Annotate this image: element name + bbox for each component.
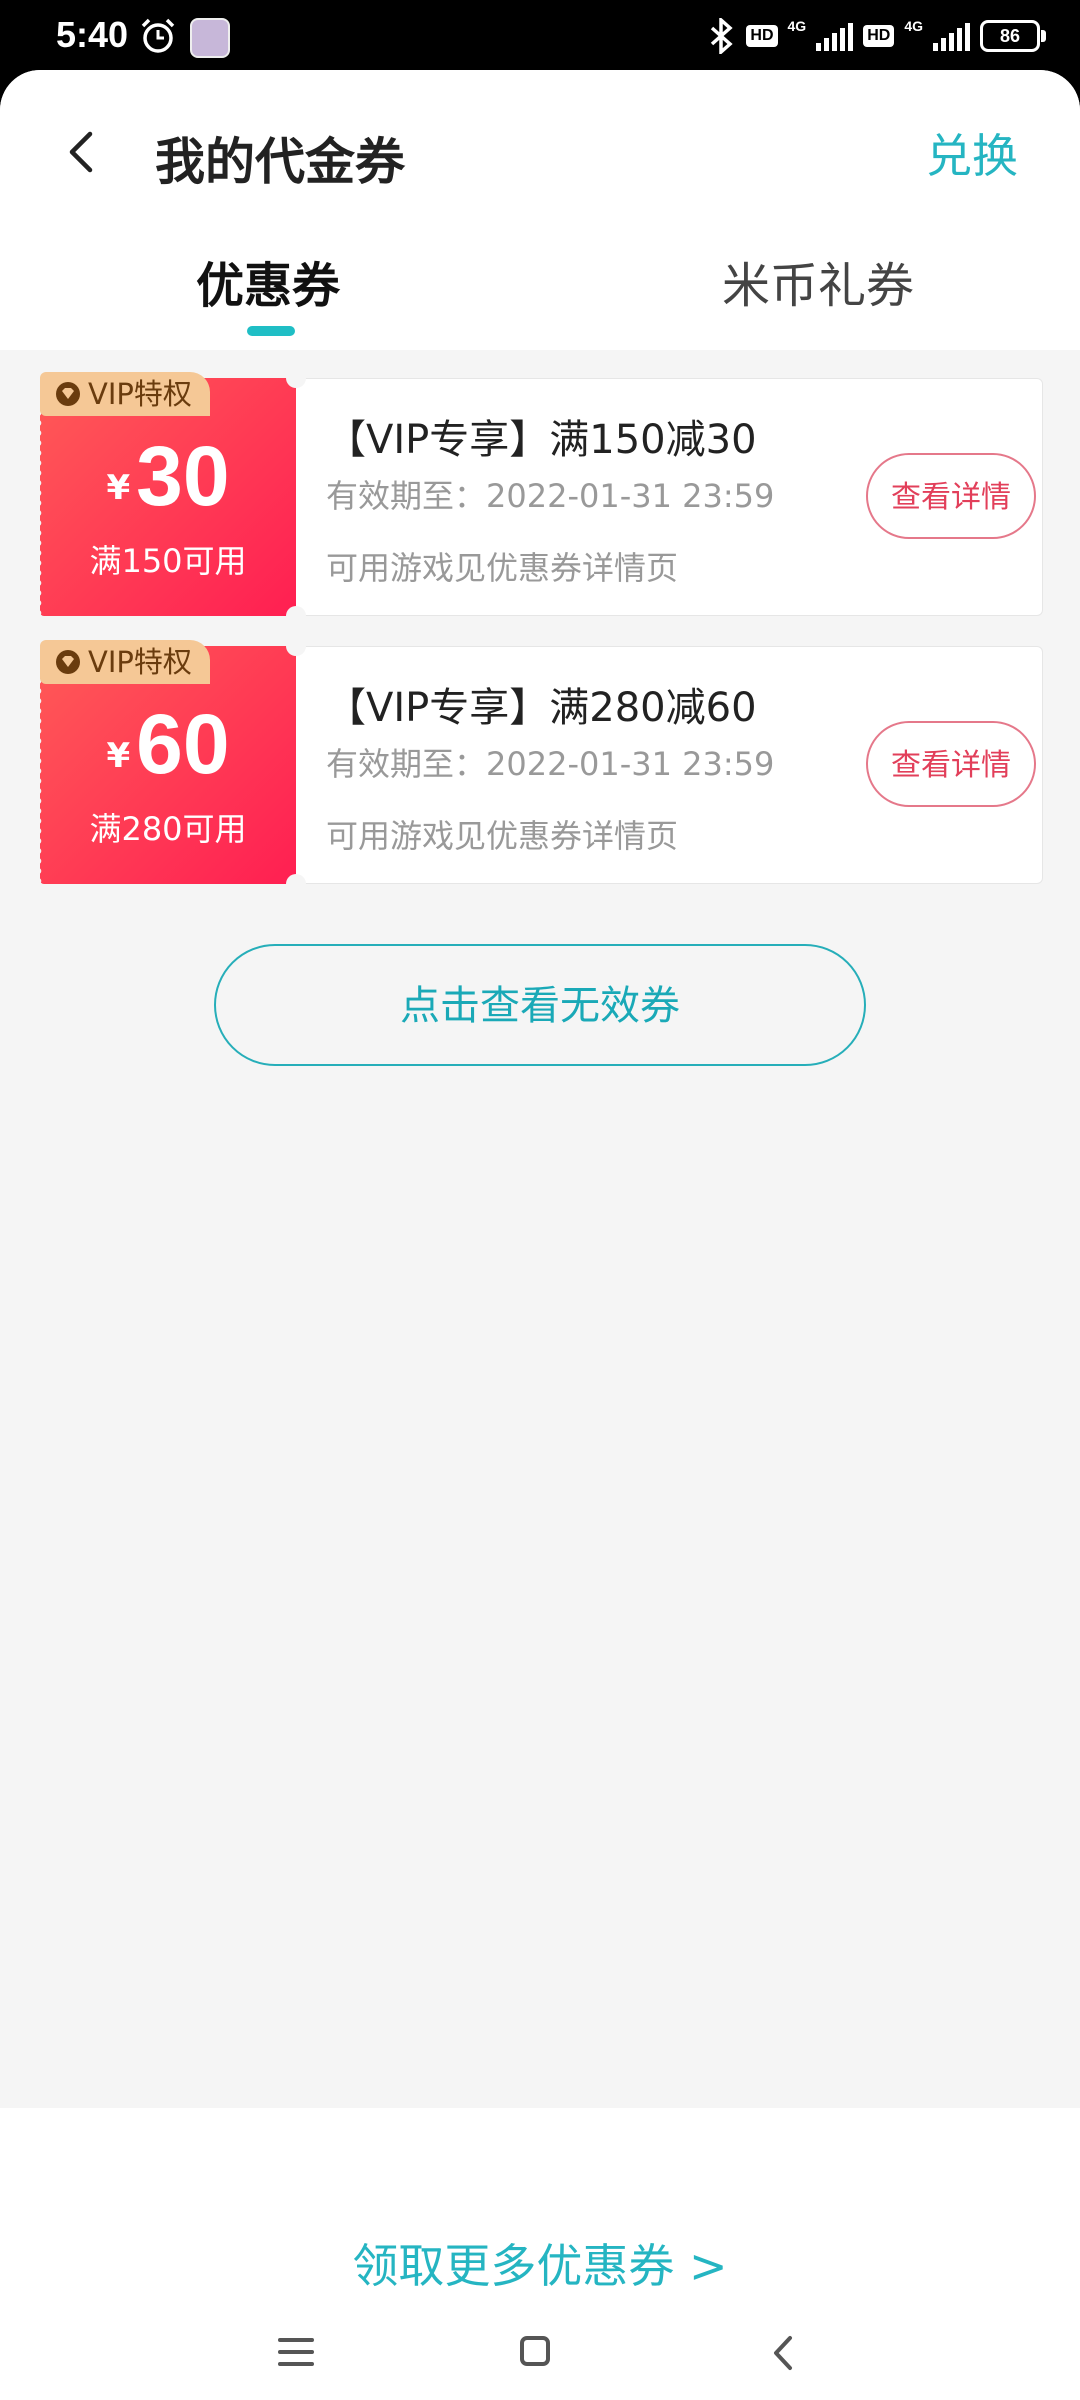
page-title: 我的代金券 (155, 133, 405, 191)
battery-icon: 86 (980, 20, 1046, 52)
coupon-amount: 30 (136, 429, 230, 523)
vip-badge: VIP特权 (40, 640, 210, 684)
coupon-amount-panel: VIP特权 ¥60 满280可用 (38, 640, 296, 884)
network-type-1: 4G (787, 18, 807, 34)
coupon-note: 可用游戏见优惠券详情页 (326, 817, 679, 855)
currency-symbol: ¥ (106, 468, 131, 508)
footer: 领取更多优惠券 > (0, 2108, 1080, 2400)
coupon-validity: 有效期至：2022-01-31 23:59 (326, 477, 775, 515)
app-notification-icon (190, 18, 230, 58)
system-nav-bar (0, 2330, 1080, 2400)
coupon-title: 【VIP专享】满150减30 (326, 417, 757, 463)
vip-badge: VIP特权 (40, 372, 210, 416)
network-type-2: 4G (904, 18, 923, 34)
coupon-amount: 60 (136, 697, 230, 791)
view-details-button[interactable]: 查看详情 (866, 453, 1036, 539)
vip-badge-label: VIP特权 (88, 645, 192, 679)
hd-badge-1: HD (746, 25, 778, 47)
recent-apps-icon[interactable] (278, 2338, 314, 2368)
status-bar: 5:40 HD 4G HD 4G 86 (0, 0, 1080, 70)
alarm-icon (141, 18, 175, 53)
hd-badge-2: HD (863, 25, 895, 47)
currency-symbol: ¥ (106, 736, 131, 776)
coupon-amount-panel: VIP特权 ¥30 满150可用 (38, 372, 296, 616)
nav-back-icon[interactable] (770, 2334, 796, 2372)
vip-badge-label: VIP特权 (88, 377, 192, 411)
bluetooth-icon (711, 18, 734, 54)
app-screen: 我的代金券 兑换 优惠券 米币礼券 VIP特权 ¥30 满150可用 【VIP专… (0, 70, 1080, 2400)
tab-indicator (247, 326, 295, 336)
coupon-condition: 满150可用 (89, 542, 247, 580)
signal-icon-2 (933, 21, 970, 51)
coupon-condition: 满280可用 (89, 810, 247, 848)
status-time: 5:40 (56, 14, 129, 55)
header: 我的代金券 兑换 优惠券 米币礼券 (0, 70, 1080, 350)
signal-icon-1 (816, 21, 854, 51)
back-arrow-icon[interactable] (52, 122, 112, 182)
view-invalid-coupons-button[interactable]: 点击查看无效券 (214, 944, 866, 1066)
coupon-card[interactable]: VIP特权 ¥60 满280可用 【VIP专享】满280减60 有效期至：202… (38, 636, 1043, 894)
coupon-validity: 有效期至：2022-01-31 23:59 (326, 745, 775, 783)
coupon-card[interactable]: VIP特权 ¥30 满150可用 【VIP专享】满150减30 有效期至：202… (38, 368, 1043, 626)
tab-coupons[interactable]: 优惠券 (196, 246, 340, 316)
get-more-coupons-link[interactable]: 领取更多优惠券 > (0, 2230, 1080, 2296)
exchange-button[interactable]: 兑换 (926, 120, 1018, 186)
home-icon[interactable] (520, 2336, 550, 2366)
view-details-button[interactable]: 查看详情 (866, 721, 1036, 807)
coupon-info: 【VIP专享】满150减30 有效期至：2022-01-31 23:59 可用游… (296, 378, 1043, 616)
coupon-note: 可用游戏见优惠券详情页 (326, 549, 679, 587)
diamond-icon (56, 650, 80, 674)
diamond-icon (56, 382, 80, 406)
coupon-info: 【VIP专享】满280减60 有效期至：2022-01-31 23:59 可用游… (296, 646, 1043, 884)
tab-mibi-vouchers[interactable]: 米币礼券 (722, 246, 914, 316)
coupon-title: 【VIP专享】满280减60 (326, 685, 757, 731)
